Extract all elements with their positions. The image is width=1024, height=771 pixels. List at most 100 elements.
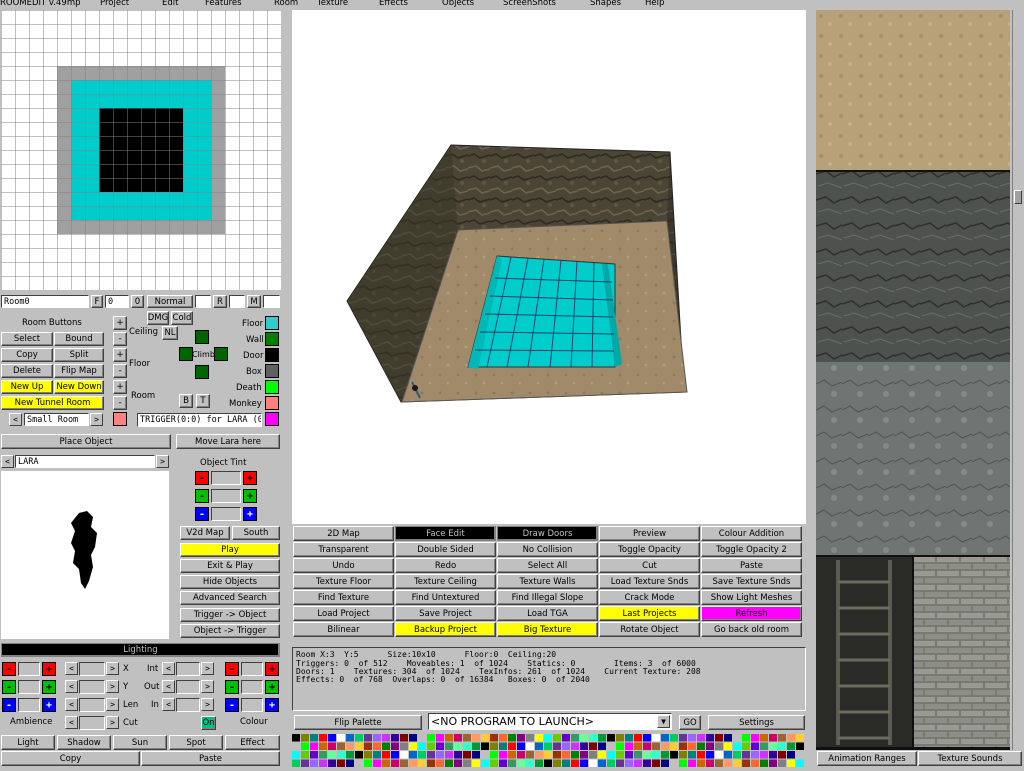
len-value[interactable] <box>79 698 105 712</box>
colour-red-plus[interactable]: + <box>265 662 279 676</box>
ambience-green-plus[interactable]: + <box>42 680 56 694</box>
trigger-field[interactable]: TRIGGER(0:0) for LARA (0) <box>137 413 262 427</box>
wall-swatch[interactable] <box>265 332 279 346</box>
x-left-arrow[interactable]: < <box>65 662 78 675</box>
toolbar-toggle-opacity-button[interactable]: Toggle Opacity <box>599 542 700 557</box>
colour-green-minus[interactable]: - <box>225 680 239 694</box>
toolbar-find-illegal-slope-button[interactable]: Find Illegal Slope <box>497 590 598 605</box>
room-size-field[interactable]: Small Room <box>24 413 89 426</box>
len-left-arrow[interactable]: < <box>65 698 78 711</box>
r-button[interactable]: R <box>213 295 227 308</box>
toolbar-texture-walls-button[interactable]: Texture Walls <box>497 574 598 589</box>
toolbar-save-texture-snds-button[interactable]: Save Texture Snds <box>701 574 802 589</box>
paste-light-button[interactable]: Paste <box>141 751 280 766</box>
toolbar-crack-mode-button[interactable]: Crack Mode <box>599 590 700 605</box>
colour-blue-minus[interactable]: - <box>225 698 239 712</box>
toolbar-undo-button[interactable]: Undo <box>293 558 394 573</box>
toolbar-face-edit-button[interactable]: Face Edit <box>395 526 496 541</box>
flip-palette-button[interactable]: Flip Palette <box>294 715 422 730</box>
room-size-right-arrow[interactable]: > <box>90 413 103 426</box>
copy-light-button[interactable]: Copy <box>1 751 140 766</box>
y-right-arrow[interactable]: > <box>106 680 119 693</box>
toolbar-last-projects-button[interactable]: Last Projects <box>599 606 700 621</box>
int-value[interactable] <box>176 662 200 676</box>
new-tunnel-room-button[interactable]: New Tunnel Room <box>1 396 104 410</box>
death-swatch[interactable] <box>265 380 279 394</box>
door-swatch[interactable] <box>265 348 279 362</box>
toolbar-texture-floor-button[interactable]: Texture Floor <box>293 574 394 589</box>
toolbar-big-texture-button[interactable]: Big Texture <box>497 622 598 637</box>
climb-west[interactable] <box>179 347 193 361</box>
toolbar-2d-map-button[interactable]: 2D Map <box>293 526 394 541</box>
texture-scrollbar-thumb[interactable] <box>1014 190 1022 204</box>
flip-map-button[interactable]: Flip Map <box>54 364 104 378</box>
cut-right-arrow[interactable]: > <box>106 716 119 729</box>
tint-green-plus[interactable]: + <box>243 489 257 503</box>
y-value[interactable] <box>79 680 105 694</box>
toolbar-save-project-button[interactable]: Save Project <box>395 606 496 621</box>
sun-button[interactable]: Sun <box>113 735 167 750</box>
ambience-red-plus[interactable]: + <box>42 662 56 676</box>
object-prev-arrow[interactable]: < <box>1 455 14 468</box>
toolbar-paste-button[interactable]: Paste <box>701 558 802 573</box>
tint-red-minus[interactable]: - <box>195 471 209 485</box>
go-button[interactable]: GO <box>679 715 701 730</box>
animation-ranges-button[interactable]: Animation Ranges <box>817 751 917 766</box>
f-value-field[interactable]: 0 <box>105 295 129 308</box>
cut-value[interactable] <box>79 716 105 730</box>
copy-room-button[interactable]: Copy <box>1 348 53 362</box>
toolbar-find-texture-button[interactable]: Find Texture <box>293 590 394 605</box>
toolbar-transparent-button[interactable]: Transparent <box>293 542 394 557</box>
colour-red-minus[interactable]: - <box>225 662 239 676</box>
ambience-blue-slider[interactable] <box>18 698 40 712</box>
o-button[interactable]: 0 <box>131 295 144 308</box>
ambience-blue-plus[interactable]: + <box>42 698 56 712</box>
box-swatch[interactable] <box>265 364 279 378</box>
colour-blue-plus[interactable]: + <box>265 698 279 712</box>
m-button[interactable]: M <box>247 295 261 308</box>
menu-project[interactable]: Project <box>100 0 129 8</box>
menu-room[interactable]: Room <box>274 0 298 8</box>
room-size-left-arrow[interactable]: < <box>9 413 22 426</box>
new-up-button[interactable]: New Up <box>1 380 53 394</box>
toolbar-load-texture-snds-button[interactable]: Load Texture Snds <box>599 574 700 589</box>
toolbar-refresh-button[interactable]: Refresh <box>701 606 802 621</box>
bound-button[interactable]: Bound <box>54 332 104 346</box>
delete-room-button[interactable]: Delete <box>1 364 53 378</box>
in-left-arrow[interactable]: < <box>162 698 175 711</box>
toolbar-bilinear-button[interactable]: Bilinear <box>293 622 394 637</box>
toolbar-backup-project-button[interactable]: Backup Project <box>395 622 496 637</box>
climb-east[interactable] <box>214 347 228 361</box>
tint-blue-minus[interactable]: - <box>195 507 209 521</box>
settings-button[interactable]: Settings <box>708 715 805 730</box>
cut-left-arrow[interactable]: < <box>65 716 78 729</box>
on-button[interactable]: On <box>201 716 216 730</box>
toolbar-cut-button[interactable]: Cut <box>599 558 700 573</box>
colour-red-slider[interactable] <box>241 662 263 676</box>
colour-blue-slider[interactable] <box>241 698 263 712</box>
r-field[interactable] <box>229 295 245 308</box>
menu-shapes[interactable]: Shapes <box>590 0 621 8</box>
toolbar-preview-button[interactable]: Preview <box>599 526 700 541</box>
program-dropdown-icon[interactable]: ▼ <box>657 715 670 728</box>
climb-south[interactable] <box>195 365 209 379</box>
ambience-red-slider[interactable] <box>18 662 40 676</box>
split-button[interactable]: Split <box>54 348 104 362</box>
menu-screenshots[interactable]: ScreenShots <box>503 0 556 8</box>
floor-minus-button[interactable]: - <box>113 364 127 378</box>
monkey-swatch[interactable] <box>265 396 279 410</box>
color-palette[interactable] <box>292 734 806 768</box>
light-button[interactable]: Light <box>1 735 55 750</box>
spot-button[interactable]: Spot <box>169 735 223 750</box>
texture-panel[interactable] <box>816 10 1010 750</box>
room-name-field[interactable]: Room0 <box>1 295 89 308</box>
ambience-blue-minus[interactable]: - <box>2 698 16 712</box>
shadow-button[interactable]: Shadow <box>57 735 111 750</box>
room-minus-button[interactable]: - <box>113 396 127 410</box>
object-next-arrow[interactable]: > <box>156 455 169 468</box>
3d-viewport[interactable] <box>292 10 806 524</box>
effect-button[interactable]: Effect <box>225 735 280 750</box>
play-button[interactable]: Play <box>180 543 280 557</box>
program-select[interactable]: <NO PROGRAM TO LAUNCH> <box>428 713 672 730</box>
tint-red-slider[interactable] <box>211 471 241 485</box>
